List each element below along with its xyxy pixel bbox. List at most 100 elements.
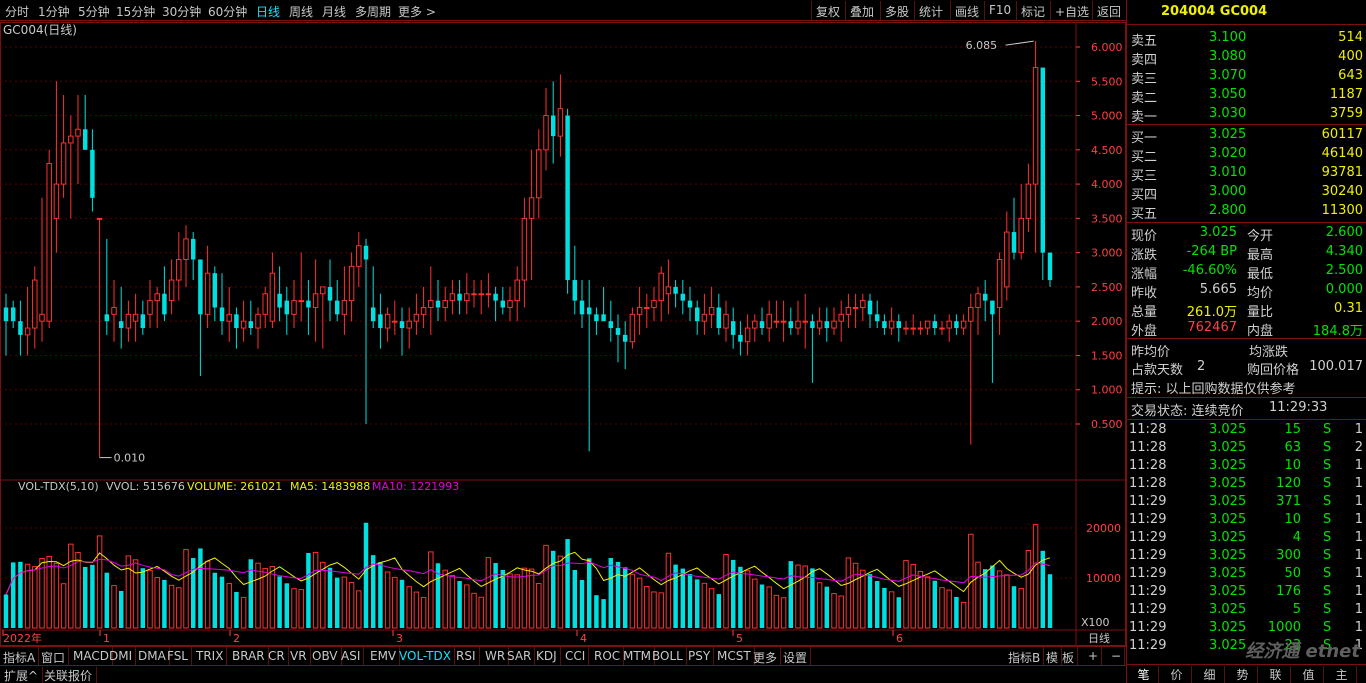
volume-bar [96, 535, 103, 629]
tick-side: S [1323, 584, 1332, 599]
candle [413, 293, 420, 335]
volume-bar [680, 568, 686, 628]
toolbar-action-0[interactable]: 复权 [811, 1, 844, 20]
indicator-tab-21[interactable]: BOLL [649, 647, 687, 666]
toolbar-action-7[interactable]: +自选 [1050, 1, 1093, 20]
indicator-tab-17[interactable]: KDJ [533, 647, 561, 666]
indicator-tab-bar: 指标A 窗口 MACD DMI DMA FSL TRIX BRAR CR VR OBV ASI EMV V… [0, 646, 1126, 666]
period-1[interactable]: 1分钟 [38, 3, 70, 20]
ask-row[interactable]: 卖一 3.030 3759 [1127, 105, 1366, 125]
volume-bar [68, 543, 74, 629]
indicator-tab-22[interactable]: PSY [685, 647, 715, 666]
period-6[interactable]: 日线 [256, 3, 280, 20]
period-10[interactable]: 更多 > [398, 3, 436, 20]
period-5[interactable]: 60分钟 [208, 3, 247, 20]
ask-label: 卖三 [1131, 72, 1158, 87]
indicator-tab-11[interactable]: ASI [338, 647, 365, 666]
panel-tab-5[interactable]: 值 [1294, 666, 1324, 683]
tick-price: 3.025 [1209, 638, 1247, 653]
indicator-tab-13[interactable]: VOL-TDX [396, 647, 455, 666]
toolbar-action-4[interactable]: 画线 [950, 1, 983, 20]
indicator-tab-24[interactable]: 更多 [750, 647, 782, 666]
panel-tab-0[interactable]: 笔 [1129, 666, 1159, 683]
indicator-tab-3[interactable]: DMI [106, 647, 137, 666]
tick-time: 11:29 [1129, 566, 1167, 581]
bid-row[interactable]: 买一 3.025 60117 [1127, 126, 1366, 146]
kline-chart[interactable]: 6.000 5.500 5.000 4.500 4.000 3.500 3.000 2.500… [0, 22, 1126, 646]
bid-row[interactable]: 买三 3.010 93781 [1127, 164, 1366, 184]
bid-row[interactable]: 买四 3.000 30240 [1127, 183, 1366, 203]
indicator-tab-16[interactable]: SAR [504, 647, 536, 666]
indicator-tab-14[interactable]: RSI [453, 647, 480, 666]
indicator-tab-8[interactable]: CR [265, 647, 289, 666]
indicator-tab-10[interactable]: OBV [309, 647, 342, 666]
period-2[interactable]: 5分钟 [78, 3, 110, 20]
toolbar-action-1[interactable]: 叠加 [845, 1, 878, 20]
bottom-item-1[interactable]: 关联报价 [40, 667, 98, 683]
panel-tab-6[interactable]: 主 [1327, 666, 1357, 683]
volume-bars [3, 522, 1053, 629]
volume-bar [363, 522, 369, 628]
tick-time: 11:29 [1129, 494, 1167, 509]
candle [140, 300, 146, 335]
indicator-tab-25[interactable]: 设置 [780, 647, 812, 666]
candle [996, 252, 1003, 335]
volume-bar [838, 595, 844, 629]
indicator-right-0[interactable]: 指标B [1005, 647, 1045, 666]
ask-row[interactable]: 卖五 3.100 514 [1127, 29, 1366, 49]
period-9[interactable]: 多周期 [355, 3, 391, 20]
panel-tab-4[interactable]: 联 [1261, 666, 1291, 683]
candle [442, 286, 448, 322]
date-tick-5: 5 [736, 632, 743, 645]
toolbar-action-5[interactable]: F10 [984, 1, 1015, 20]
panel-tab-2[interactable]: 细 [1195, 666, 1225, 683]
period-label: 日线 [1088, 631, 1110, 645]
period-8[interactable]: 月线 [322, 3, 346, 20]
stat-label: 均价 [1247, 286, 1274, 301]
volume-bar [204, 560, 211, 629]
toolbar-action-6[interactable]: 标记 [1016, 1, 1049, 20]
volume-bar [140, 568, 146, 628]
indicator-tab-23[interactable]: MCST [714, 647, 755, 666]
panel-tab-3[interactable]: 势 [1228, 666, 1258, 683]
bid-row[interactable]: 买二 3.020 46140 [1127, 145, 1366, 165]
indicator-tab-5[interactable]: FSL [164, 647, 192, 666]
candles [3, 41, 1053, 458]
chart-area[interactable]: 6.000 5.500 5.000 4.500 4.000 3.500 3.000 2.500… [0, 22, 1126, 646]
toolbar-action-8[interactable]: 返回 [1092, 1, 1125, 20]
tick-volume: 63 [1284, 440, 1301, 455]
period-4[interactable]: 30分钟 [162, 3, 201, 20]
volume-bar [687, 573, 693, 628]
candle [493, 286, 498, 322]
date-tick-2: 2 [233, 632, 240, 645]
ask-row[interactable]: 卖四 3.080 400 [1127, 48, 1366, 68]
ask-row[interactable]: 卖三 3.070 643 [1127, 67, 1366, 87]
panel-tab-1[interactable]: 价 [1162, 666, 1192, 683]
period-3[interactable]: 15分钟 [116, 3, 155, 20]
toolbar-action-3[interactable]: 统计 [914, 1, 947, 20]
indicator-right-2[interactable]: 板 [1059, 647, 1079, 666]
indicator-tab-9[interactable]: VR [287, 647, 311, 666]
indicator-tab-7[interactable]: BRAR [229, 647, 269, 666]
candle [485, 273, 492, 308]
volume-bar [867, 574, 873, 628]
bid-row[interactable]: 买五 2.800 11300 [1127, 202, 1366, 222]
candle [190, 232, 196, 281]
indicator-tab-1[interactable]: 窗口 [38, 647, 70, 666]
volume-bar [341, 576, 348, 629]
indicator-right-4[interactable]: − [1108, 647, 1126, 666]
candle [312, 259, 319, 342]
indicator-right-3[interactable]: + [1085, 647, 1103, 666]
indicator-tab-6[interactable]: TRIX [193, 647, 228, 666]
tick-row: 11:29 3.025 5 S 1 [1127, 601, 1366, 619]
candle [356, 232, 362, 287]
bottom-item-0[interactable]: 扩展^ [0, 667, 44, 683]
toolbar-action-2[interactable]: 多股 [880, 1, 913, 20]
period-7[interactable]: 周线 [289, 3, 313, 20]
candle [838, 300, 844, 342]
indicator-tab-18[interactable]: CCI [562, 647, 590, 666]
ask-row[interactable]: 卖二 3.050 1187 [1127, 86, 1366, 106]
indicator-tab-0[interactable]: 指标A [0, 647, 40, 666]
period-0[interactable]: 分时 [5, 3, 29, 20]
bid-label: 买四 [1131, 188, 1158, 203]
